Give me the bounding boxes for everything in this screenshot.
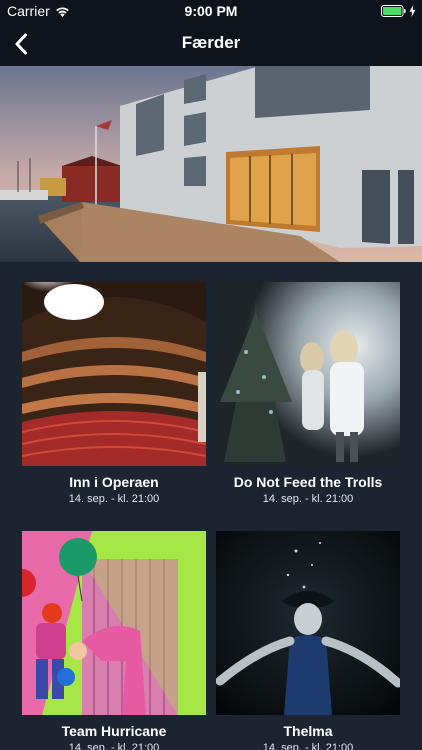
chevron-left-icon [15, 33, 27, 55]
event-title: Thelma [283, 723, 333, 739]
event-title: Inn i Operaen [69, 474, 159, 490]
battery-icon [381, 5, 406, 17]
page-title: Færder [181, 33, 241, 52]
event-thumbnail [216, 531, 400, 715]
event-thumbnail [22, 531, 206, 715]
charging-bolt-icon [409, 5, 416, 17]
event-card-inn-i-operaen[interactable]: Inn i Operaen 14. sep. - kl. 21:00 [22, 282, 206, 505]
event-card-team-hurricane[interactable]: Team Hurricane 14. sep. - kl. 21:00 [22, 531, 206, 750]
hero-image [0, 66, 422, 262]
event-date: 14. sep. - kl. 21:00 [68, 742, 160, 750]
event-title: Team Hurricane [61, 723, 167, 739]
event-date: 14. sep. - kl. 21:00 [262, 742, 354, 750]
navigation-bar: Færder [0, 22, 422, 66]
event-date: 14. sep. - kl. 21:00 [68, 493, 160, 505]
event-card-do-not-feed-the-trolls[interactable]: Do Not Feed the Trolls 14. sep. - kl. 21… [216, 282, 400, 505]
event-thumbnail [216, 282, 400, 466]
event-date: 14. sep. - kl. 21:00 [262, 493, 354, 505]
event-card-thelma[interactable]: Thelma 14. sep. - kl. 21:00 [216, 531, 400, 750]
status-bar: Carrier 9:00 PM [0, 0, 422, 22]
battery-indicator [381, 5, 416, 17]
event-title: Do Not Feed the Trolls [233, 474, 383, 490]
event-thumbnail [22, 282, 206, 466]
clock: 9:00 PM [184, 3, 238, 19]
back-button[interactable] [4, 27, 38, 61]
